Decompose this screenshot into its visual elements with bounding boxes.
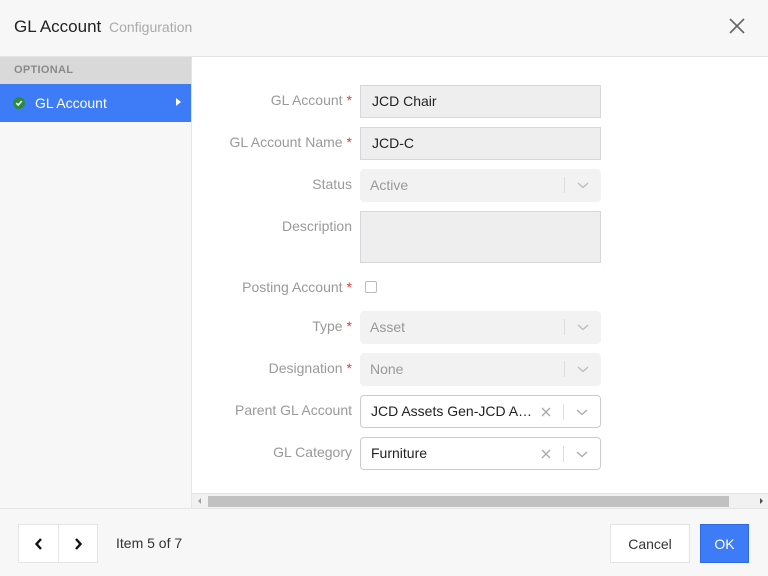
chevron-down-icon: [577, 366, 589, 373]
cancel-button[interactable]: Cancel: [610, 524, 690, 563]
designation-select[interactable]: None: [360, 353, 601, 386]
description-label: Description: [281, 218, 352, 234]
designation-label: Designation *: [268, 360, 352, 376]
status-select[interactable]: Active: [360, 169, 601, 202]
sidebar: OPTIONAL GL Account: [0, 57, 192, 508]
clear-icon[interactable]: [540, 448, 552, 460]
select-separator: [563, 404, 564, 420]
chevron-down-icon: [576, 451, 588, 458]
scroll-left-arrow-icon[interactable]: [198, 498, 201, 504]
gl-account-name-input[interactable]: JCD-C: [360, 127, 601, 160]
select-separator: [564, 361, 565, 377]
gl-category-label: GL Category: [273, 444, 352, 460]
select-separator: [564, 319, 565, 335]
select-separator: [563, 446, 564, 462]
status-label: Status: [312, 176, 352, 192]
dialog-title: GL Account Configuration: [14, 17, 192, 37]
posting-account-checkbox[interactable]: [365, 281, 377, 293]
dialog-footer: Item 5 of 7 Cancel OK: [0, 508, 768, 576]
gl-account-name-label: GL Account Name *: [229, 134, 352, 150]
clear-icon[interactable]: [540, 406, 552, 418]
select-separator: [564, 177, 565, 193]
sidebar-section-optional: OPTIONAL: [0, 57, 191, 84]
type-value: Asset: [370, 319, 406, 335]
type-select[interactable]: Asset: [360, 311, 601, 344]
chevron-left-icon: [34, 537, 42, 550]
description-textarea[interactable]: [360, 211, 601, 263]
next-item-button[interactable]: [58, 525, 97, 562]
parent-gl-account-value: JCD Assets Gen-JCD Ass...: [371, 403, 536, 419]
status-value: Active: [370, 177, 409, 193]
scrollbar-thumb[interactable]: [208, 496, 729, 507]
posting-account-label: Posting Account *: [242, 279, 352, 295]
dialog-header: GL Account Configuration: [0, 0, 768, 57]
sidebar-item-gl-account[interactable]: GL Account: [0, 84, 191, 122]
title-text: GL Account: [14, 17, 102, 36]
chevron-right-icon: [75, 537, 83, 550]
type-label: Type *: [312, 318, 352, 334]
chevron-down-icon: [576, 409, 588, 416]
chevron-down-icon: [577, 324, 589, 331]
pager: [18, 524, 98, 563]
gl-account-dialog: GL Account Configuration OPTIONAL GL Acc…: [0, 0, 768, 576]
close-icon: [729, 18, 745, 34]
check-circle-icon: [13, 97, 25, 109]
chevron-down-icon: [577, 182, 589, 189]
gl-account-input[interactable]: JCD Chair: [360, 85, 601, 118]
gl-category-value: Furniture: [371, 445, 428, 461]
parent-gl-account-label: Parent GL Account: [235, 402, 352, 418]
subtitle-text: Configuration: [109, 19, 193, 35]
parent-gl-account-select[interactable]: JCD Assets Gen-JCD Ass...: [360, 395, 601, 428]
gl-account-label: GL Account *: [270, 92, 352, 108]
previous-item-button[interactable]: [19, 525, 58, 562]
horizontal-scrollbar[interactable]: [192, 493, 768, 508]
form-panel: GL Account * JCD Chair GL Account Name * J…: [192, 57, 768, 493]
designation-value: None: [370, 361, 404, 377]
pager-status: Item 5 of 7: [116, 535, 183, 551]
caret-right-icon: [176, 98, 181, 106]
scroll-right-arrow-icon[interactable]: [760, 498, 763, 504]
close-button[interactable]: [726, 15, 748, 37]
sidebar-item-label: GL Account: [35, 95, 107, 111]
ok-button[interactable]: OK: [700, 524, 749, 563]
gl-category-select[interactable]: Furniture: [360, 437, 601, 470]
